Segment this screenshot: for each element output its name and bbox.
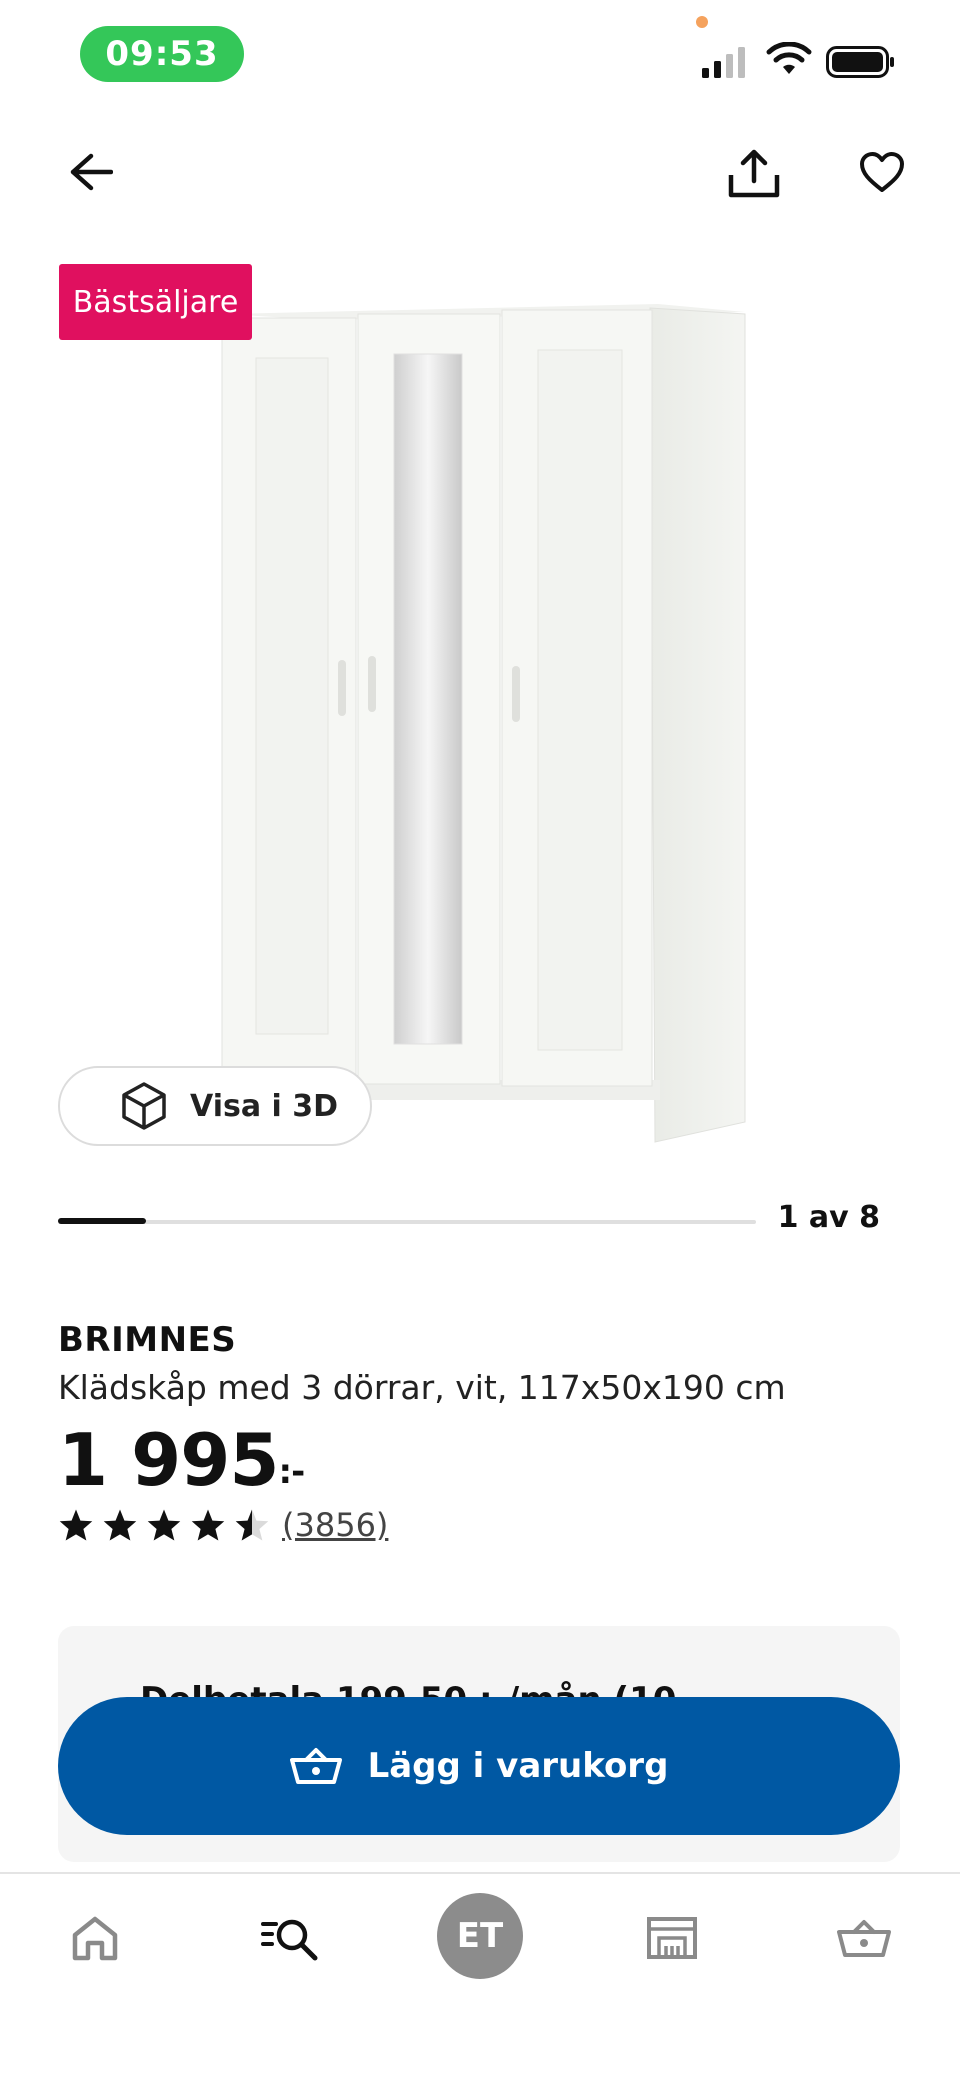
star-icon — [147, 1509, 181, 1541]
search-icon — [261, 1919, 318, 1961]
cube-icon — [122, 1082, 166, 1130]
heart-icon — [860, 152, 904, 192]
battery-icon — [826, 46, 896, 82]
share-icon — [728, 149, 780, 198]
nav-cart[interactable] — [816, 1888, 912, 1988]
product-description: Klädskåp med 3 dörrar, vit, 117x50x190 c… — [58, 1368, 786, 1407]
nav-home[interactable] — [50, 1888, 140, 1988]
status-time: 09:53 — [80, 26, 244, 82]
star-icon — [59, 1509, 93, 1541]
arrow-left-icon — [70, 153, 113, 191]
product-brand: BRIMNES — [58, 1320, 237, 1360]
share-button[interactable] — [720, 140, 788, 208]
product-price: 1 995:- — [58, 1418, 305, 1502]
add-to-cart-button[interactable]: Lägg i varukorg — [58, 1697, 900, 1835]
bottom-nav-divider — [0, 1872, 960, 1874]
store-icon — [647, 1917, 697, 1959]
product-image[interactable] — [200, 290, 760, 1150]
view-3d-label: Visa i 3D — [190, 1088, 339, 1124]
favorite-button[interactable] — [848, 140, 916, 204]
image-carousel-track — [58, 1220, 756, 1224]
review-count-link[interactable]: (3856) — [282, 1506, 388, 1544]
back-button[interactable] — [58, 140, 122, 204]
privacy-indicator-dot — [696, 16, 708, 28]
bestseller-badge: Bästsäljare — [59, 264, 252, 340]
price-amount: 1 995 — [58, 1418, 279, 1502]
nav-search[interactable] — [240, 1888, 340, 1988]
signal-icon — [700, 44, 750, 84]
basket-icon — [837, 1920, 891, 1957]
nav-profile-avatar[interactable]: ET — [437, 1893, 523, 1979]
image-page-indicator: 1 av 8 — [777, 1200, 880, 1235]
price-suffix: :- — [278, 1452, 305, 1492]
add-to-cart-label: Lägg i varukorg — [367, 1746, 669, 1786]
nav-store[interactable] — [624, 1888, 720, 1988]
view-3d-button[interactable]: Visa i 3D — [58, 1066, 372, 1146]
home-icon — [72, 1916, 118, 1961]
star-icon — [103, 1509, 137, 1541]
wifi-icon — [766, 41, 812, 82]
half-star-icon — [235, 1509, 269, 1541]
rating-stars[interactable] — [58, 1508, 270, 1542]
basket-icon — [289, 1748, 342, 1784]
image-carousel-progress — [58, 1218, 146, 1224]
star-icon — [191, 1509, 225, 1541]
